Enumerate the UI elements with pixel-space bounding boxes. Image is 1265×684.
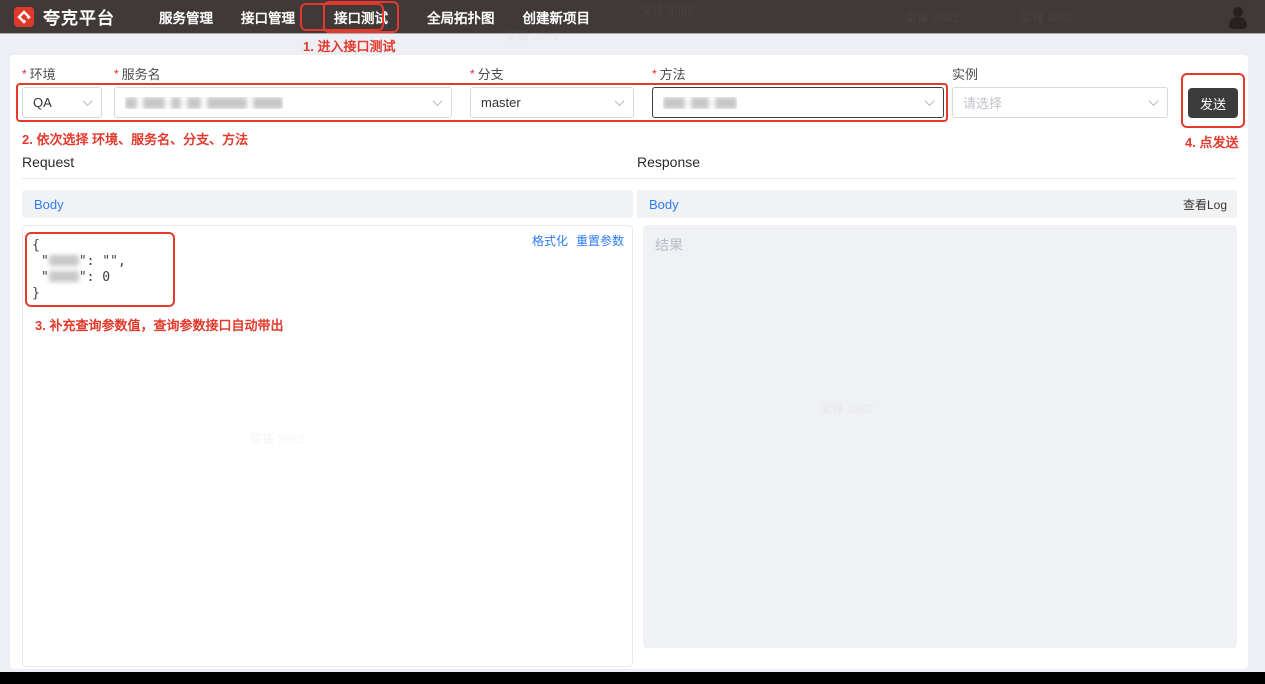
- annotation-step3: 3. 补充查询参数值，查询参数接口自动带出: [35, 315, 283, 334]
- instance-select-placeholder: 请选择: [963, 93, 1002, 112]
- format-link[interactable]: 格式化: [532, 232, 568, 249]
- logo-glyph: [17, 10, 31, 24]
- view-log-link[interactable]: 查看Log: [1183, 196, 1227, 213]
- chevron-down-icon: [83, 96, 93, 106]
- json-line: }: [32, 286, 126, 302]
- page: 夸克平台 服务管理 接口管理 接口测试 全局拓扑图 创建新项目 梁锋 3882 …: [0, 0, 1265, 684]
- user-avatar-icon[interactable]: [1227, 7, 1249, 27]
- redacted-method-name: [663, 97, 737, 109]
- branch-label: *分支: [470, 64, 504, 83]
- required-marker: *: [652, 67, 657, 81]
- nav-item-api-test[interactable]: 接口测试: [323, 1, 399, 33]
- env-select-value: QA: [33, 95, 52, 110]
- request-tab-body[interactable]: Body: [34, 197, 64, 212]
- method-label: *方法: [652, 64, 686, 83]
- env-label: *环境: [22, 64, 56, 83]
- instance-select[interactable]: 请选择: [952, 87, 1168, 118]
- request-tab-bar: Body: [22, 190, 633, 218]
- env-select[interactable]: QA: [22, 87, 102, 118]
- response-panel-title: Response: [637, 154, 700, 170]
- required-marker: *: [114, 67, 119, 81]
- required-marker: *: [470, 67, 475, 81]
- reset-params-link[interactable]: 重置参数: [576, 232, 624, 249]
- required-marker: *: [22, 67, 27, 81]
- nav-item-topology[interactable]: 全局拓扑图: [427, 2, 495, 32]
- method-select[interactable]: [652, 87, 944, 118]
- chevron-down-icon: [615, 96, 625, 106]
- json-line: {: [32, 238, 126, 254]
- service-label: *服务名: [114, 64, 161, 83]
- request-json-content: { "": "", "": 0 }: [32, 238, 126, 302]
- response-tab-bar: Body 查看Log: [637, 190, 1237, 218]
- response-tab-body[interactable]: Body: [649, 197, 679, 212]
- json-line: "": 0: [32, 270, 126, 286]
- branch-select[interactable]: master: [470, 87, 634, 118]
- nav-item-api-mgmt[interactable]: 接口管理: [241, 2, 295, 32]
- panel-divider: [22, 178, 1237, 179]
- nav-right: [1227, 7, 1249, 27]
- letterbox-bar: [0, 672, 1265, 684]
- quark-logo-icon[interactable]: [14, 7, 34, 27]
- request-panel-title: Request: [22, 154, 74, 170]
- editor-actions: 格式化 重置参数: [532, 232, 624, 249]
- chevron-down-icon: [1149, 96, 1159, 106]
- redacted-service-name: [125, 97, 283, 109]
- instance-label: 实例: [952, 64, 978, 83]
- send-button[interactable]: 发送: [1188, 88, 1238, 118]
- annotation-step2: 2. 依次选择 环境、服务名、分支、方法: [22, 129, 248, 148]
- nav-menu: 服务管理 接口管理 接口测试 全局拓扑图 创建新项目: [159, 1, 590, 33]
- response-result-area: 结果: [643, 225, 1237, 648]
- redacted-json-key: [49, 271, 79, 282]
- chevron-down-icon: [925, 96, 935, 106]
- service-select[interactable]: [114, 87, 452, 118]
- response-placeholder: 结果: [655, 235, 683, 255]
- nav-item-new-project[interactable]: 创建新项目: [523, 2, 591, 32]
- annotation-step1: 1. 进入接口测试: [303, 36, 395, 55]
- annotation-step4: 4. 点发送: [1185, 132, 1238, 151]
- json-line: "": "",: [32, 254, 126, 270]
- brand-title[interactable]: 夸克平台: [43, 4, 115, 29]
- nav-item-service-mgmt[interactable]: 服务管理: [159, 2, 213, 32]
- chevron-down-icon: [433, 96, 443, 106]
- branch-select-value: master: [481, 95, 521, 110]
- redacted-json-key: [49, 255, 79, 266]
- request-body-editor[interactable]: 格式化 重置参数 { "": "", "": 0 }: [22, 225, 633, 667]
- top-nav: 夸克平台 服务管理 接口管理 接口测试 全局拓扑图 创建新项目: [0, 0, 1265, 33]
